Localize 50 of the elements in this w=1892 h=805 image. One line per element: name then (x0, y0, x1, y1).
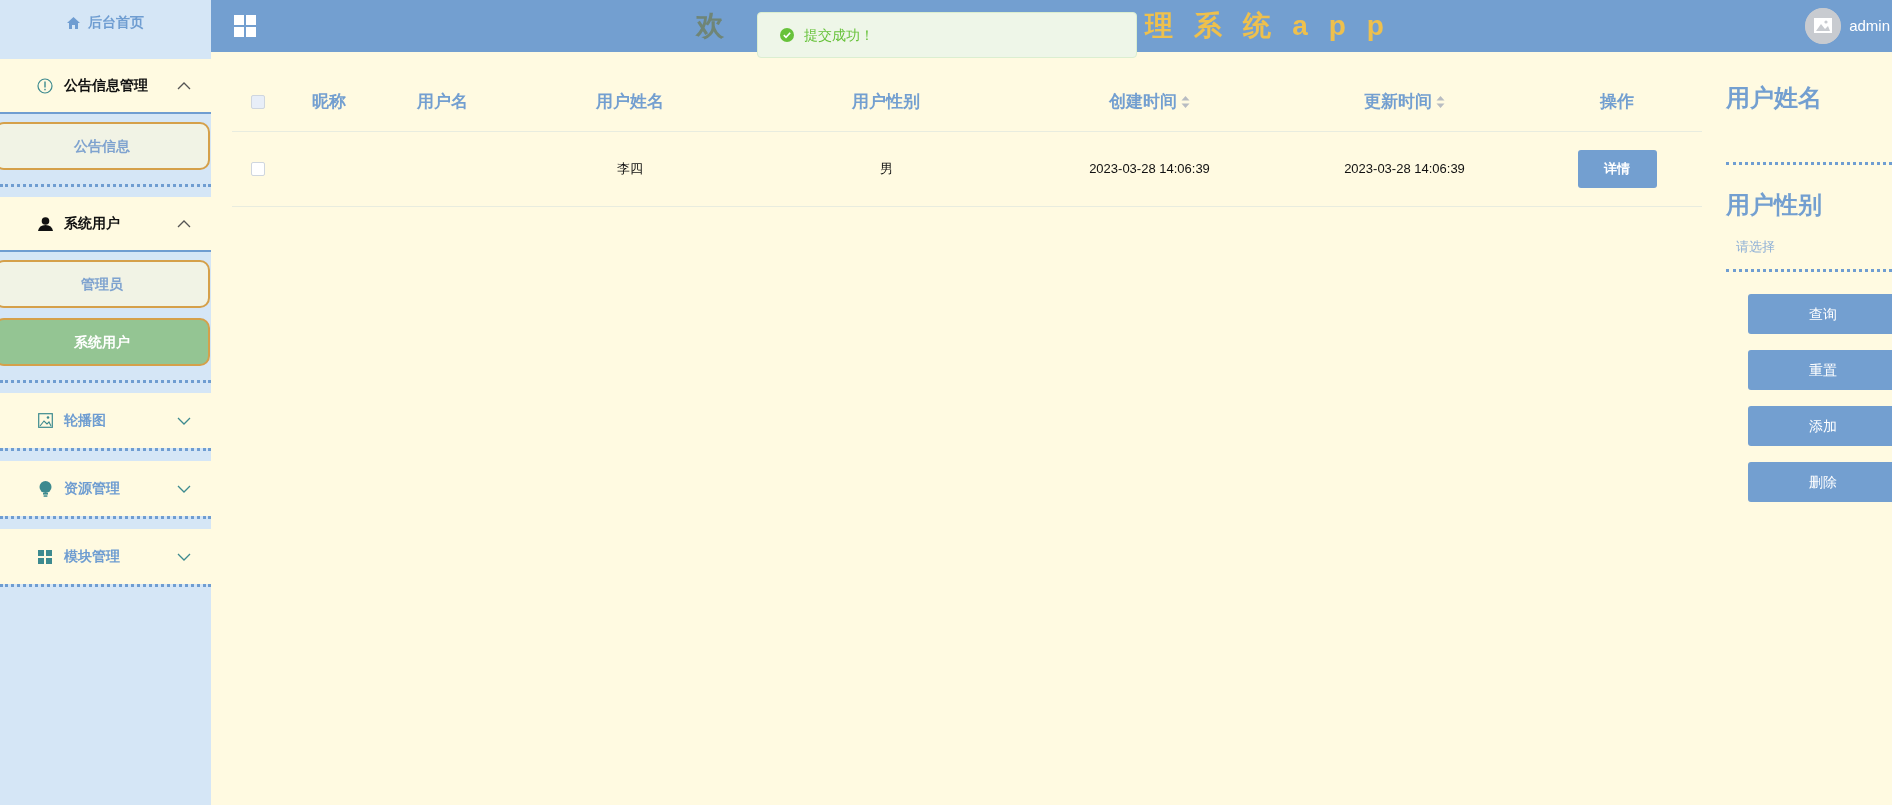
column-header: 昵称 (312, 90, 346, 113)
chevron-down-icon (177, 416, 191, 425)
table-cell-text: 2023-03-28 14:06:39 (1089, 160, 1210, 179)
username[interactable]: admin (1849, 14, 1890, 38)
search-panel-button[interactable]: 添加 (1748, 406, 1892, 446)
image-icon (37, 413, 53, 428)
menu-icon[interactable] (234, 15, 256, 37)
submenu-item[interactable]: 公告信息 (0, 122, 210, 170)
details-button[interactable]: 详情 (1577, 150, 1657, 188)
field-label: 用户性别 (1726, 190, 1823, 220)
info-icon (37, 77, 53, 94)
title-text: 理系统app (1145, 9, 1405, 43)
search-panel-button[interactable]: 查询 (1748, 294, 1892, 334)
menu-group[interactable]: 模块管理 (0, 529, 211, 584)
sortable-column-header[interactable]: 创建时间 (1109, 88, 1177, 115)
home-icon (67, 16, 80, 29)
column-header: 操作 (1600, 90, 1634, 113)
submenu-item[interactable]: 系统用户 (0, 318, 210, 366)
menu-group[interactable]: 资源管理 (0, 461, 211, 516)
column-header: 用户姓名 (596, 90, 664, 113)
chevron-up-icon (177, 81, 191, 90)
sort-icon[interactable] (1181, 94, 1190, 109)
chevron-down-icon (177, 552, 191, 561)
menu-group[interactable]: 系统用户 (0, 197, 211, 252)
table-cell-text: 2023-03-28 14:06:39 (1344, 160, 1465, 179)
column-header: 用户性别 (852, 90, 920, 113)
search-panel-button[interactable]: 删除 (1748, 462, 1892, 502)
row-checkbox[interactable] (251, 162, 265, 176)
chevron-up-icon (177, 219, 191, 228)
grid-icon (38, 549, 52, 564)
search-panel-button[interactable]: 重置 (1748, 350, 1892, 390)
bulb-icon (38, 480, 52, 497)
sort-icon[interactable] (1436, 94, 1445, 109)
select-all-checkbox[interactable] (251, 94, 265, 109)
chevron-down-icon (177, 484, 191, 493)
home-menu-item[interactable]: 后台首页 (0, 0, 211, 45)
user-icon (37, 216, 53, 231)
column-header: 用户名 (416, 90, 468, 113)
avatar-icon[interactable] (1805, 8, 1842, 44)
sortable-column-header[interactable]: 更新时间 (1364, 88, 1432, 115)
table-cell-text: 李四 (617, 160, 643, 179)
menu-group[interactable]: 轮播图 (0, 393, 211, 448)
select-field[interactable]: 请选择 (1726, 223, 1892, 269)
title-text: 欢 (696, 9, 746, 43)
table-cell-text: 男 (879, 160, 893, 179)
toast-message: 提交成功！ (804, 25, 874, 45)
check-circle-icon (780, 28, 794, 42)
menu-group[interactable]: 公告信息管理 (0, 59, 211, 114)
field-label: 用户姓名 (1726, 83, 1823, 113)
submenu-item[interactable]: 管理员 (0, 260, 210, 308)
